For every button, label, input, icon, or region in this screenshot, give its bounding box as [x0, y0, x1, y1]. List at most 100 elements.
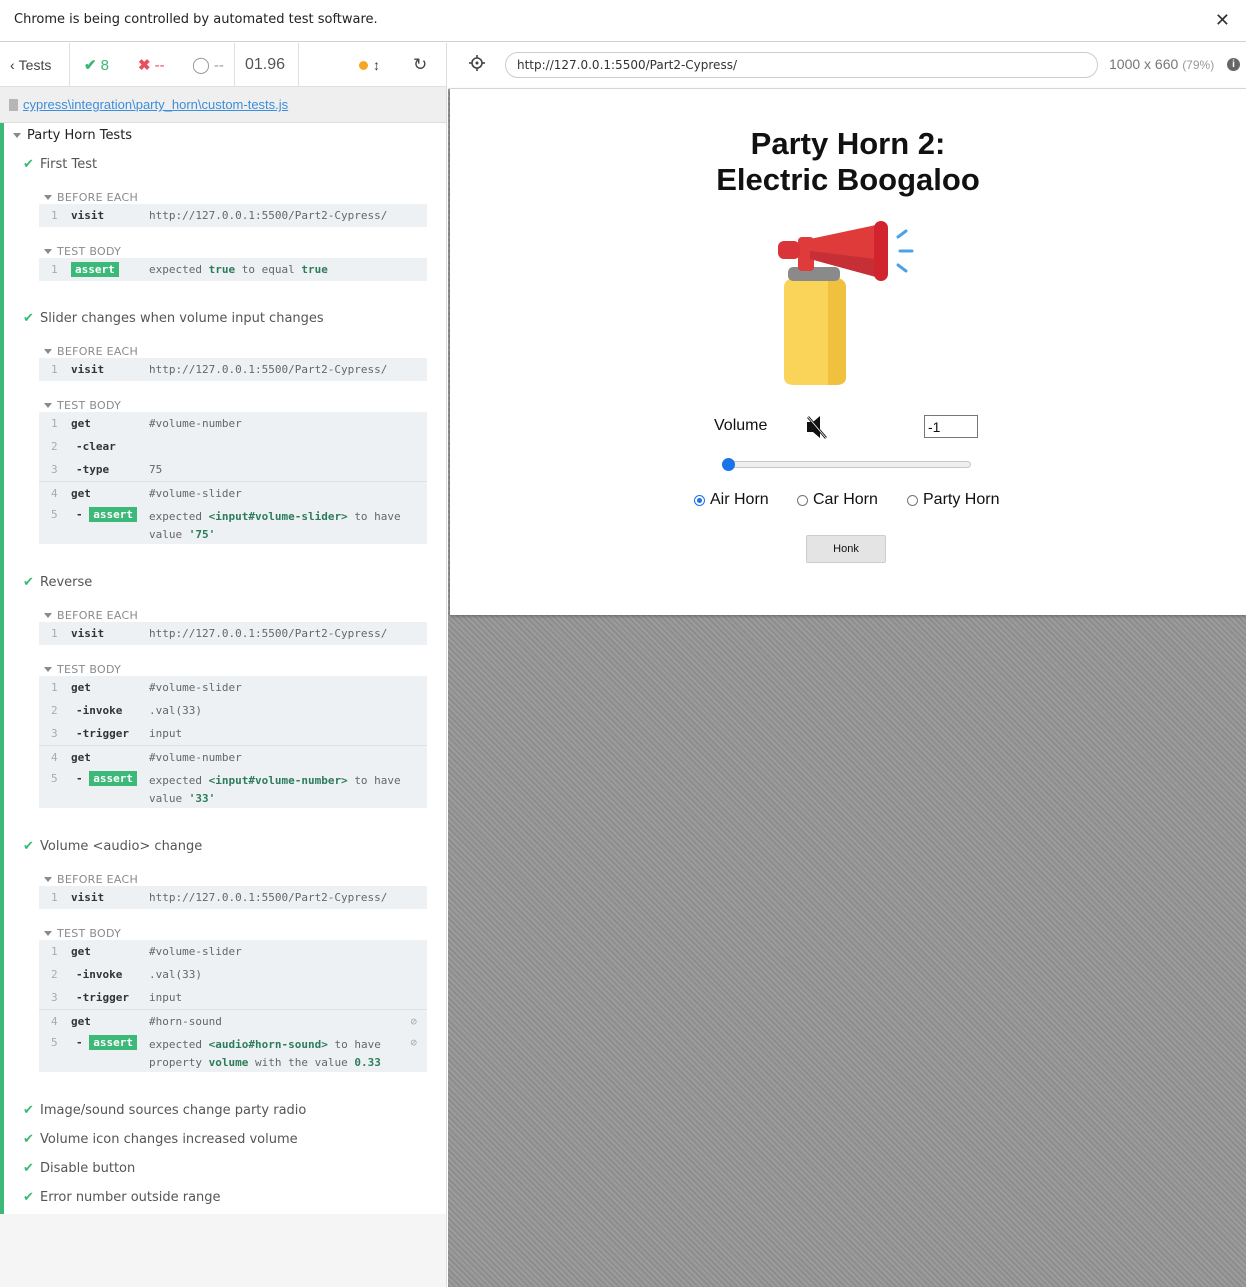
- command-assert[interactable]: 5- assert expected <input#volume-number>…: [39, 768, 427, 808]
- infobar-message: Chrome is being controlled by automated …: [14, 12, 378, 27]
- command-list: 1 visit http://127.0.0.1:5500/Part2-Cypres…: [39, 358, 427, 381]
- volume-number-input[interactable]: [924, 415, 978, 438]
- hook-before-each[interactable]: BEFORE EACH: [44, 191, 138, 204]
- command-assert[interactable]: 5- assert expected <input#volume-slider>…: [39, 504, 427, 544]
- caret-down-icon: [44, 403, 52, 408]
- caret-down-icon: [44, 195, 52, 200]
- command-list: 1 get #volume-slider 2 -invoke .val(33) 3 -tr…: [39, 940, 427, 1072]
- reporter-footer: [0, 1214, 446, 1287]
- hook-test-body[interactable]: TEST BODY: [44, 663, 121, 676]
- test-reporter: ‹ Tests ✔ 8 ✖ -- ◯ -- 01.96 ↕ ↻ cypress\…: [0, 43, 447, 1287]
- check-icon: ✔: [23, 1103, 34, 1118]
- duration: 01.96: [245, 56, 286, 73]
- command-invoke[interactable]: 2 -invoke .val(33): [39, 963, 427, 986]
- pending-count: ◯ --: [192, 56, 224, 75]
- command-type[interactable]: 3 -type 75: [39, 458, 427, 481]
- radio-button[interactable]: [797, 494, 808, 506]
- hook-before-each[interactable]: BEFORE EACH: [44, 609, 138, 622]
- test-volume-icon-changes[interactable]: ✔ Volume icon changes increased volume: [23, 1132, 298, 1147]
- check-icon: ✔: [23, 1190, 34, 1205]
- command-get[interactable]: 1 get #volume-slider: [39, 676, 427, 699]
- command-list: 1 visit http://127.0.0.1:5500/Part2-Cypres…: [39, 204, 427, 227]
- command-visit[interactable]: 1 visit http://127.0.0.1:5500/Part2-Cypres…: [39, 622, 427, 645]
- close-icon[interactable]: ✕: [1215, 10, 1230, 31]
- command-list: 1 visit http://127.0.0.1:5500/Part2-Cypres…: [39, 622, 427, 645]
- caret-down-icon: [44, 613, 52, 618]
- automation-infobar: Chrome is being controlled by automated …: [0, 0, 1246, 42]
- command-visit[interactable]: 1 visit http://127.0.0.1:5500/Part2-Cypres…: [39, 204, 427, 227]
- command-get[interactable]: 4 get #volume-number: [39, 745, 427, 768]
- eye-slash-icon: ⊘: [410, 1014, 417, 1028]
- selector-playground-icon[interactable]: [469, 55, 485, 76]
- command-clear[interactable]: 2 -clear: [39, 435, 427, 458]
- command-list: 1 visit http://127.0.0.1:5500/Part2-Cypres…: [39, 886, 427, 909]
- honk-button[interactable]: Honk: [806, 535, 886, 563]
- caret-down-icon: [44, 349, 52, 354]
- spec-file-path[interactable]: cypress\integration\party_horn\custom-te…: [23, 97, 288, 112]
- command-list: 1 assert expected true to equal true: [39, 258, 427, 281]
- viewport-info: 1000 x 660 (79%): [1109, 56, 1215, 72]
- check-icon: ✔: [23, 1132, 34, 1147]
- url-bar[interactable]: http://127.0.0.1:5500/Part2-Cypress/: [505, 52, 1098, 78]
- volume-slider[interactable]: [722, 458, 971, 471]
- command-assert[interactable]: 1 assert expected true to equal true: [39, 258, 427, 281]
- info-icon[interactable]: i: [1227, 58, 1240, 71]
- command-get[interactable]: 4 get #volume-slider: [39, 481, 427, 504]
- command-list: 1 get #volume-slider 2 -invoke .val(33) 3 -tr…: [39, 676, 427, 808]
- page-title: Party Horn 2: Electric Boogaloo: [716, 126, 980, 197]
- command-visit[interactable]: 1 visit http://127.0.0.1:5500/Part2-Cypres…: [39, 886, 427, 909]
- caret-down-icon: [44, 249, 52, 254]
- volume-muted-icon: [805, 414, 829, 445]
- scroll-toggle-icon: ↕: [373, 57, 380, 73]
- volume-label: Volume: [714, 417, 768, 434]
- check-icon: ✔: [23, 157, 34, 172]
- aut-container: Party Horn 2: Electric Boogaloo Volume -…: [448, 89, 1246, 1287]
- app-under-test: Party Horn 2: Electric Boogaloo Volume -…: [450, 89, 1246, 615]
- radio-air-horn[interactable]: Air Horn: [694, 491, 769, 509]
- pending-circle-icon: ◯: [192, 57, 210, 74]
- runnables: Party Horn Tests ✔ First Test BEFORE EAC…: [0, 123, 446, 1214]
- caret-down-icon: [44, 877, 52, 882]
- hook-before-each[interactable]: BEFORE EACH: [44, 873, 138, 886]
- command-get[interactable]: 4 get #horn-sound ⊘: [39, 1009, 427, 1032]
- test-image-sound-sources[interactable]: ✔ Image/sound sources change party radio: [23, 1103, 306, 1118]
- radio-party-horn[interactable]: Party Horn: [907, 491, 999, 509]
- command-assert[interactable]: 5- assert expected <audio#horn-sound> to…: [39, 1032, 427, 1072]
- x-icon: ✖: [138, 57, 151, 74]
- command-get[interactable]: 1 get #volume-number: [39, 412, 427, 435]
- test-disable-button[interactable]: ✔ Disable button: [23, 1161, 135, 1176]
- caret-down-icon: [44, 667, 52, 672]
- check-icon: ✔: [23, 839, 34, 854]
- hook-test-body[interactable]: TEST BODY: [44, 399, 121, 412]
- caret-down-icon: [44, 931, 52, 936]
- command-trigger[interactable]: 3 -trigger input: [39, 986, 427, 1009]
- passed-count: ✔ 8: [84, 56, 109, 75]
- check-icon: ✔: [84, 57, 97, 74]
- radio-car-horn[interactable]: Car Horn: [797, 491, 878, 509]
- suite-title[interactable]: Party Horn Tests: [13, 128, 132, 143]
- test-reverse[interactable]: ✔ Reverse: [23, 575, 92, 590]
- test-slider-changes[interactable]: ✔ Slider changes when volume input chang…: [23, 311, 324, 326]
- rerun-button[interactable]: ↻: [413, 43, 427, 87]
- check-icon: ✔: [23, 311, 34, 326]
- running-indicator[interactable]: ↕: [359, 43, 380, 87]
- test-volume-audio-change[interactable]: ✔ Volume <audio> change: [23, 839, 202, 854]
- hook-test-body[interactable]: TEST BODY: [44, 927, 121, 940]
- check-icon: ✔: [23, 575, 34, 590]
- command-invoke[interactable]: 2 -invoke .val(33): [39, 699, 427, 722]
- test-first[interactable]: ✔ First Test: [23, 157, 97, 172]
- test-error-number-range[interactable]: ✔ Error number outside range: [23, 1190, 221, 1205]
- command-get[interactable]: 1 get #volume-slider: [39, 940, 427, 963]
- tests-label: Tests: [18, 57, 52, 73]
- failed-count: ✖ --: [138, 56, 165, 75]
- radio-button[interactable]: [907, 494, 918, 506]
- status-dot-icon: [359, 60, 368, 70]
- tests-back-button[interactable]: ‹ Tests: [10, 43, 51, 87]
- command-visit[interactable]: 1 visit http://127.0.0.1:5500/Part2-Cypres…: [39, 358, 427, 381]
- spec-file-bar[interactable]: cypress\integration\party_horn\custom-te…: [0, 87, 446, 123]
- command-trigger[interactable]: 3 -trigger input: [39, 722, 427, 745]
- radio-button-selected[interactable]: [694, 494, 705, 506]
- slider-thumb[interactable]: [722, 458, 735, 471]
- hook-test-body[interactable]: TEST BODY: [44, 245, 121, 258]
- hook-before-each[interactable]: BEFORE EACH: [44, 345, 138, 358]
